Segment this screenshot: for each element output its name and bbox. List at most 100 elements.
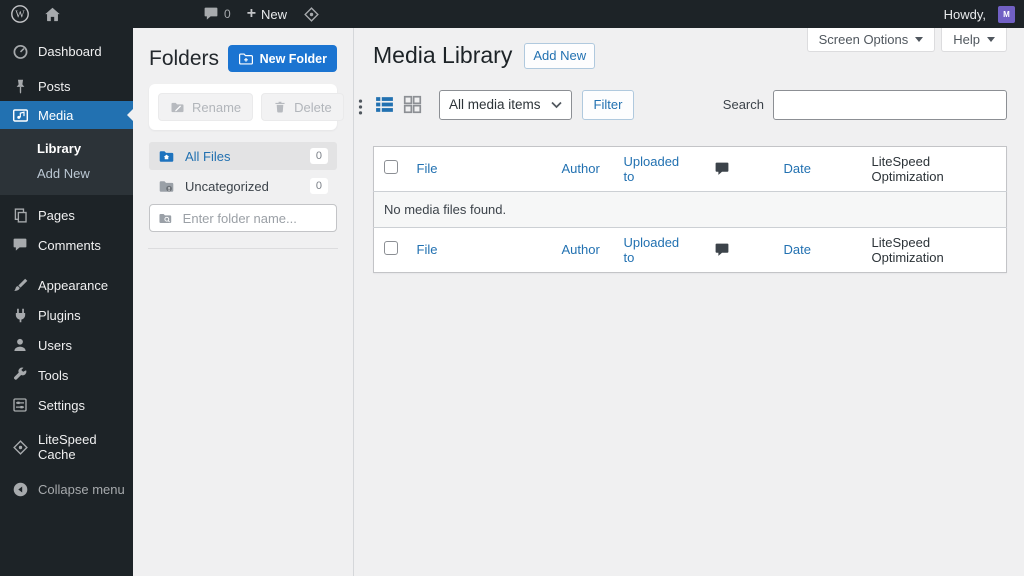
- tools-wrench-icon: [11, 366, 29, 384]
- media-table-body: No media files found.: [373, 190, 1007, 228]
- add-new-button[interactable]: Add New: [524, 42, 596, 69]
- screen-options-button[interactable]: Screen Options: [806, 28, 936, 52]
- dashboard-icon: [11, 42, 29, 60]
- sidebar-item-appearance[interactable]: Appearance: [0, 270, 133, 300]
- plus-icon: +: [246, 5, 257, 22]
- media-submenu: Library Add New: [0, 129, 133, 195]
- users-icon: [11, 336, 29, 354]
- collapse-menu-button[interactable]: Collapse menu: [0, 474, 133, 504]
- screen-meta-links: Screen Options Help: [806, 28, 1007, 52]
- column-header-file[interactable]: File: [417, 161, 438, 176]
- folders-title: Folders: [149, 46, 220, 70]
- admin-bar-new-button[interactable]: + New: [247, 6, 287, 22]
- column-footer-date[interactable]: Date: [784, 242, 811, 257]
- grid-view-icon[interactable]: [401, 94, 423, 116]
- folder-count-badge: 0: [309, 148, 328, 164]
- sidebar-item-settings[interactable]: Settings: [0, 390, 133, 420]
- media-icon: [11, 106, 29, 124]
- plugins-plug-icon: [11, 306, 29, 324]
- media-table: File Author Uploaded to Date LiteSpeed O…: [373, 145, 1007, 273]
- comments-icon: [11, 236, 29, 254]
- panel-divider: [148, 248, 338, 249]
- media-toolbar: All media items Filter Search: [373, 89, 1007, 120]
- sidebar-item-posts[interactable]: Posts: [0, 71, 133, 101]
- folder-options-kebab-icon[interactable]: [352, 96, 369, 118]
- pages-icon: [11, 206, 29, 224]
- folder-row-all-files[interactable]: All Files 0: [149, 142, 337, 170]
- rename-folder-button[interactable]: Rename: [158, 93, 254, 121]
- admin-bar-account[interactable]: Howdy, M: [943, 5, 1015, 23]
- media-type-select[interactable]: All media items: [439, 89, 572, 120]
- folders-header: Folders New Folder: [149, 45, 337, 72]
- appearance-brush-icon: [11, 276, 29, 294]
- sidebar-item-pages[interactable]: Pages: [0, 200, 133, 230]
- media-table-footer: File Author Uploaded to Date LiteSpeed O…: [374, 227, 1007, 272]
- litespeed-admin-bar-icon[interactable]: [303, 6, 320, 23]
- svg-text:W: W: [15, 10, 25, 21]
- column-footer-author[interactable]: Author: [562, 242, 600, 257]
- howdy-text: Howdy,: [943, 6, 986, 22]
- sidebar-item-dashboard[interactable]: Dashboard: [0, 36, 133, 66]
- admin-bar: W 0 + New Howdy, M: [0, 0, 1024, 28]
- column-header-date[interactable]: Date: [784, 161, 811, 176]
- sidebar-item-litespeed-cache[interactable]: LiteSpeed Cache: [0, 432, 133, 462]
- folder-plus-icon: [238, 52, 253, 65]
- select-all-checkbox[interactable]: [384, 241, 398, 256]
- folders-toolbar: Rename Delete: [149, 84, 362, 130]
- submenu-item-library[interactable]: Library: [0, 136, 133, 161]
- wordpress-media-library-page: { "admin_bar": { "comments_count": "0", …: [0, 0, 1024, 576]
- sidebar-item-users[interactable]: Users: [0, 330, 133, 360]
- page-title: Media Library: [373, 42, 513, 68]
- submenu-item-add-new[interactable]: Add New: [0, 161, 133, 186]
- list-view-icon[interactable]: [373, 94, 395, 116]
- folder-search-icon: [159, 213, 172, 223]
- trash-icon: [275, 101, 285, 113]
- view-switch: [373, 94, 423, 116]
- empty-message: No media files found.: [373, 190, 1007, 228]
- folder-list: All Files 0 Uncategorized 0: [149, 142, 337, 232]
- column-header-litespeed-optimization: LiteSpeed Optimization: [871, 153, 944, 184]
- user-avatar[interactable]: M: [998, 5, 1015, 23]
- admin-bar-comments[interactable]: 0: [203, 6, 231, 22]
- posts-pin-icon: [11, 77, 29, 95]
- all-files-folder-icon: [159, 150, 174, 162]
- sidebar-item-tools[interactable]: Tools: [0, 360, 133, 390]
- comments-count: 0: [224, 7, 231, 21]
- rename-folder-icon: [171, 102, 184, 112]
- search-input[interactable]: [773, 89, 1007, 120]
- sidebar-item-comments[interactable]: Comments: [0, 230, 133, 260]
- new-folder-name-field[interactable]: [149, 204, 337, 232]
- delete-folder-button[interactable]: Delete: [261, 93, 344, 121]
- admin-sidebar: Dashboard Posts Media Library Add New Pa…: [0, 28, 133, 576]
- folders-panel: Folders New Folder Rename Delete All Fil…: [133, 28, 362, 576]
- table-row: No media files found.: [373, 190, 1007, 228]
- new-label: New: [261, 6, 288, 22]
- media-library-main: Screen Options Help Media Library Add Ne…: [354, 28, 1024, 576]
- new-folder-button[interactable]: New Folder: [227, 45, 337, 72]
- filter-button[interactable]: Filter: [581, 89, 635, 120]
- chevron-down-icon: [987, 37, 995, 46]
- comments-column-icon: [715, 243, 728, 256]
- settings-sliders-icon: [11, 396, 29, 414]
- chevron-down-icon: [915, 37, 924, 46]
- wordpress-logo-icon[interactable]: W: [10, 4, 30, 24]
- folder-name-input[interactable]: [180, 209, 328, 227]
- column-header-uploaded-to[interactable]: Uploaded to: [624, 154, 680, 184]
- sidebar-item-plugins[interactable]: Plugins: [0, 300, 133, 330]
- column-header-author[interactable]: Author: [562, 161, 600, 176]
- help-button[interactable]: Help: [941, 28, 1007, 52]
- select-all-checkbox[interactable]: [384, 160, 398, 175]
- select-chevron-icon: [550, 101, 562, 109]
- search-label: Search: [722, 97, 764, 113]
- sidebar-item-media[interactable]: Media: [0, 101, 133, 129]
- site-home-icon[interactable]: [44, 6, 61, 23]
- search-group: Search: [722, 89, 1007, 120]
- folder-row-uncategorized[interactable]: Uncategorized 0: [149, 172, 337, 200]
- comments-column-icon: [715, 162, 728, 175]
- column-footer-file[interactable]: File: [417, 242, 438, 257]
- collapse-arrow-icon: [11, 480, 29, 498]
- uncategorized-folder-icon: [159, 180, 174, 192]
- column-footer-uploaded-to[interactable]: Uploaded to: [624, 235, 680, 265]
- column-footer-litespeed-optimization: LiteSpeed Optimization: [871, 234, 944, 265]
- comment-bubble-icon: [204, 7, 218, 20]
